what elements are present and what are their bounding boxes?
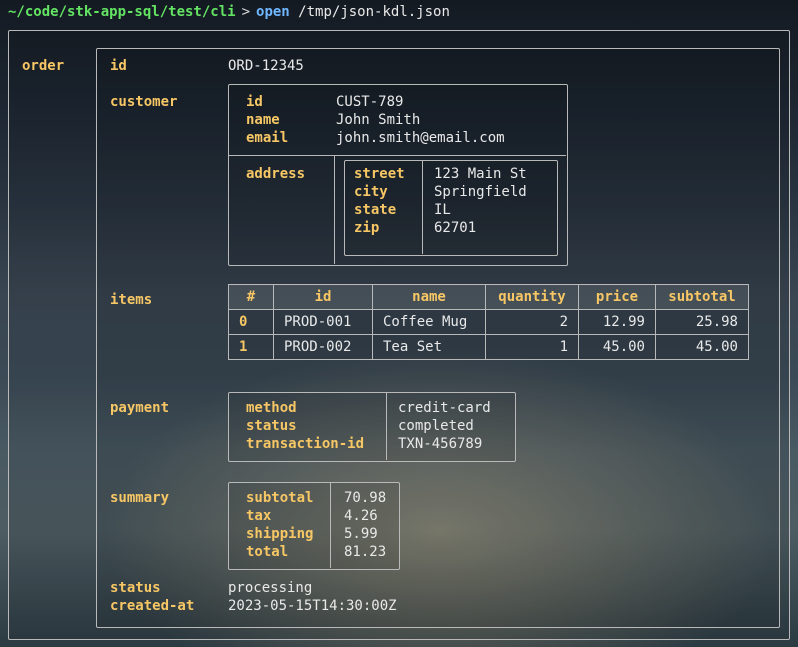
- payment-status-label: status: [246, 418, 297, 434]
- prompt-separator: >: [242, 4, 250, 20]
- items-header-index: #: [229, 285, 274, 310]
- customer-id-label: id: [246, 94, 263, 110]
- table-row: 0 PROD-001 Coffee Mug 2 12.99 25.98: [229, 310, 749, 335]
- summary-total-label: total: [246, 544, 288, 560]
- customer-fields-divider: [228, 155, 566, 156]
- id-label: id: [110, 58, 127, 74]
- items-0-id: PROD-001: [274, 310, 373, 335]
- items-1-index: 1: [229, 335, 274, 360]
- items-table: # id name quantity price subtotal 0 PROD…: [228, 284, 749, 360]
- items-0-price: 12.99: [579, 310, 656, 335]
- street-label: street: [354, 166, 405, 182]
- payment-vline: [386, 392, 387, 460]
- created-at-label: created-at: [110, 598, 194, 614]
- city-label: city: [354, 184, 388, 200]
- items-0-index: 0: [229, 310, 274, 335]
- table-row: 1 PROD-002 Tea Set 1 45.00 45.00: [229, 335, 749, 360]
- customer-id-value: CUST-789: [336, 94, 403, 110]
- payment-label: payment: [110, 400, 169, 416]
- items-header-subtotal: subtotal: [656, 285, 749, 310]
- customer-name-value: John Smith: [336, 112, 420, 128]
- customer-email-value: john.smith@email.com: [336, 130, 505, 146]
- street-value: 123 Main St: [434, 166, 527, 182]
- id-value: ORD-12345: [228, 58, 304, 74]
- city-value: Springfield: [434, 184, 527, 200]
- summary-total-value: 81.23: [344, 544, 386, 560]
- items-header-id: id: [274, 285, 373, 310]
- items-1-price: 45.00: [579, 335, 656, 360]
- created-at-value: 2023-05-15T14:30:00Z: [228, 598, 397, 614]
- order-label: order: [22, 58, 64, 74]
- address-vline: [422, 160, 423, 254]
- payment-status-value: completed: [398, 418, 474, 434]
- items-header-quantity: quantity: [486, 285, 579, 310]
- summary-tax-value: 4.26: [344, 508, 378, 524]
- items-header-price: price: [579, 285, 656, 310]
- customer-label: customer: [110, 94, 177, 110]
- zip-value: 62701: [434, 220, 476, 236]
- state-value: IL: [434, 202, 451, 218]
- summary-shipping-value: 5.99: [344, 526, 378, 542]
- prompt-line: ~/code/stk-app-sql/test/cli > open /tmp/js…: [8, 4, 450, 20]
- status-label: status: [110, 580, 161, 596]
- items-0-subtotal: 25.98: [656, 310, 749, 335]
- items-0-name: Coffee Mug: [373, 310, 486, 335]
- prompt-command: open: [256, 4, 290, 20]
- items-1-subtotal: 45.00: [656, 335, 749, 360]
- status-value: processing: [228, 580, 312, 596]
- items-label: items: [110, 292, 152, 308]
- customer-name-label: name: [246, 112, 280, 128]
- items-header-row: # id name quantity price subtotal: [229, 285, 749, 310]
- summary-vline: [330, 482, 331, 568]
- state-label: state: [354, 202, 396, 218]
- payment-txn-value: TXN-456789: [398, 436, 482, 452]
- summary-subtotal-label: subtotal: [246, 490, 313, 506]
- address-label: address: [246, 166, 305, 182]
- items-header-name: name: [373, 285, 486, 310]
- zip-label: zip: [354, 220, 379, 236]
- items-1-quantity: 1: [486, 335, 579, 360]
- items-0-quantity: 2: [486, 310, 579, 335]
- summary-subtotal-value: 70.98: [344, 490, 386, 506]
- payment-method-value: credit-card: [398, 400, 491, 416]
- terminal-root: ~/code/stk-app-sql/test/cli > open /tmp/js…: [0, 0, 798, 647]
- items-1-id: PROD-002: [274, 335, 373, 360]
- prompt-path: ~/code/stk-app-sql/test/cli: [8, 4, 236, 20]
- summary-tax-label: tax: [246, 508, 271, 524]
- customer-address-vline: [334, 155, 335, 264]
- payment-txn-label: transaction-id: [246, 436, 364, 452]
- payment-method-label: method: [246, 400, 297, 416]
- summary-shipping-label: shipping: [246, 526, 313, 542]
- customer-email-label: email: [246, 130, 288, 146]
- prompt-arg: /tmp/json-kdl.json: [298, 4, 450, 20]
- summary-label: summary: [110, 490, 169, 506]
- items-1-name: Tea Set: [373, 335, 486, 360]
